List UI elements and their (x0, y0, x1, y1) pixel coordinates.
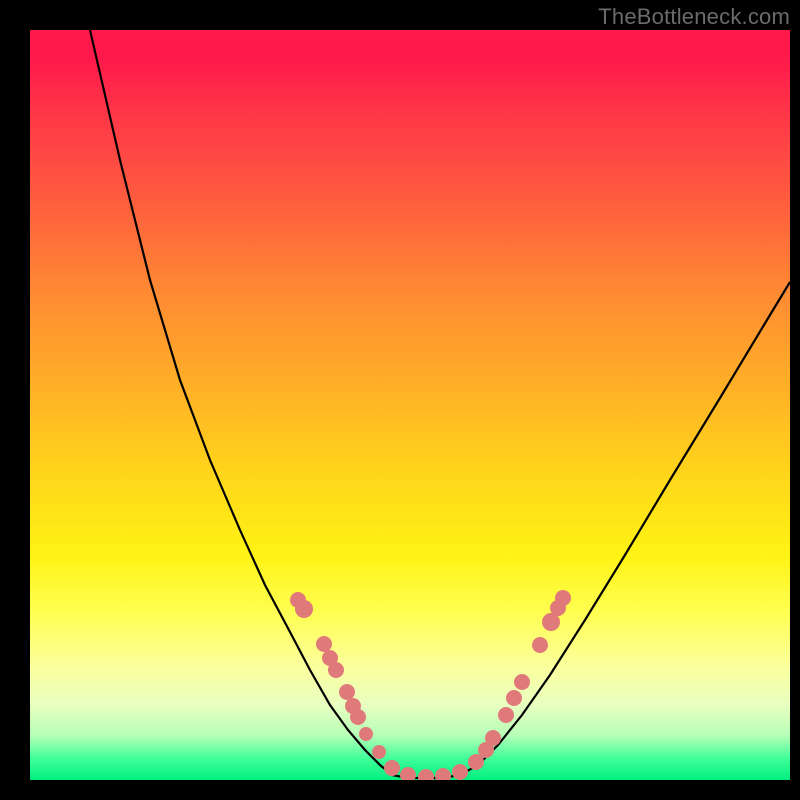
scatter-dot (485, 730, 501, 746)
scatter-dot (384, 760, 400, 776)
scatter-dot (328, 662, 344, 678)
scatter-dot (339, 684, 355, 700)
scatter-dot (316, 636, 332, 652)
scatter-dot (350, 709, 366, 725)
scatter-dot (295, 600, 313, 618)
scatter-dot (555, 590, 571, 606)
left-curve (90, 30, 392, 775)
scatter-dot (372, 745, 386, 759)
scatter-dot (532, 637, 548, 653)
curve-svg (30, 30, 790, 780)
watermark-text: TheBottleneck.com (598, 4, 790, 30)
scatter-dot (506, 690, 522, 706)
scatter-points (290, 590, 571, 780)
scatter-dot (514, 674, 530, 690)
scatter-dot (400, 767, 416, 780)
chart-frame: TheBottleneck.com (0, 0, 800, 800)
scatter-dot (359, 727, 373, 741)
scatter-dot (452, 764, 468, 780)
plot-area (30, 30, 790, 780)
scatter-dot (418, 769, 434, 780)
scatter-dot (498, 707, 514, 723)
scatter-dot (435, 768, 451, 780)
